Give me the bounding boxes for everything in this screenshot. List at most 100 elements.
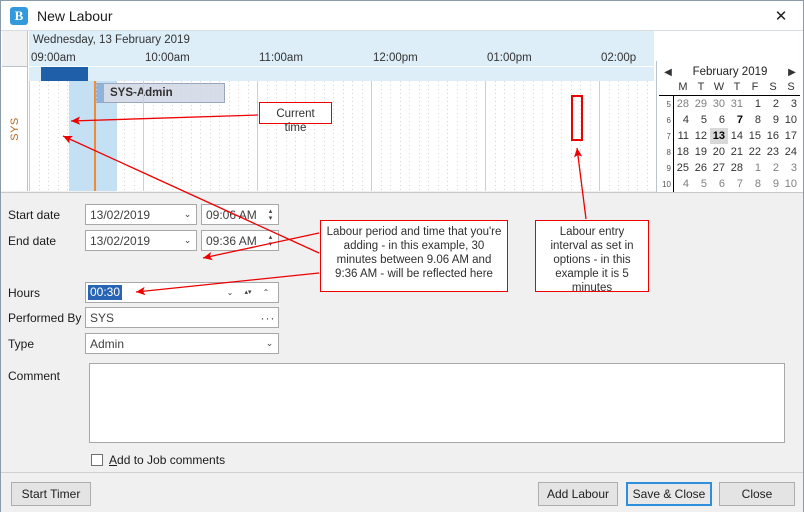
calendar-week-number: 5 [659,96,674,112]
calendar-day-cell[interactable]: 11 [674,128,692,144]
next-month-icon[interactable]: ▶ [785,67,799,78]
calendar-day-cell[interactable]: 28 [674,96,692,112]
start-date-value: 13/02/2019 [90,207,151,222]
timeline-interval-gridline [533,81,534,191]
calendar-day-cell[interactable]: 10 [782,176,800,192]
calendar-day-cell[interactable]: 7 [728,112,746,128]
start-date-input[interactable]: 13/02/2019 ⌄ [85,204,197,225]
calendar-day-cell[interactable]: 20 [710,144,728,160]
calendar-table[interactable]: M T W T F S S 5 28 29 30 31 1 2 3 6 4 5 6 7 8 9 10 7 11 12 13 14 15 1… [659,80,803,192]
start-time-input[interactable]: 09:06 AM ▴ ▾ [201,204,279,225]
comment-textarea[interactable] [89,363,785,443]
calendar-day-cell[interactable]: 26 [692,160,710,176]
label-rest: dd to Job comments [117,453,226,467]
hours-down-icon[interactable]: ⌄ [221,288,239,297]
hours-updown-icon[interactable]: ▴▾ [239,289,257,296]
calendar-day-cell[interactable]: 30 [710,96,728,112]
timeline-corner [2,31,27,67]
calendar-day-cell[interactable]: 6 [710,112,728,128]
callout-current-time: Current time [259,102,332,134]
calendar-day-cell[interactable]: 8 [746,112,764,128]
timeline-interval-gridline [409,81,410,191]
calendar-day-cell[interactable]: 1 [746,160,764,176]
end-time-value: 09:36 AM [206,233,257,248]
timeline-interval-gridline [390,81,391,191]
chevron-down-icon[interactable]: ⌄ [261,334,278,353]
calendar-day-cell[interactable]: 3 [782,96,800,112]
calendar-day-cell[interactable]: 31 [728,96,746,112]
timeline-interval-gridline [552,81,553,191]
hours-up-icon[interactable]: ⌃ [257,288,275,297]
calendar-day-cell[interactable]: 22 [746,144,764,160]
calendar-day-cell[interactable]: 4 [674,112,692,128]
browse-ellipsis-icon[interactable]: ··· [258,308,278,327]
calendar-day-cell[interactable]: 2 [764,96,782,112]
hours-label: Hours [8,285,41,300]
calendar-selected-day[interactable]: 13 [710,128,728,144]
type-select[interactable]: Admin ⌄ [85,333,279,354]
calendar-day-cell[interactable]: 28 [728,160,746,176]
add-to-job-comments-row[interactable]: Add to Job comments [91,453,225,467]
time-axis-tick: 12:00pm [373,52,418,64]
calendar-day-cell[interactable]: 5 [692,176,710,192]
add-labour-button[interactable]: Add Labour [538,482,618,506]
calendar-day-cell[interactable]: 23 [764,144,782,160]
timeline-body[interactable]: SYS-Admin [29,81,654,191]
calendar-day-cell[interactable]: 9 [764,176,782,192]
app-icon-glyph: B [14,7,24,23]
add-to-job-comments-checkbox[interactable] [91,454,103,466]
calendar-day-cell[interactable]: 3 [782,160,800,176]
performed-by-input[interactable]: SYS ··· [85,307,279,328]
calendar-day-cell[interactable]: 7 [728,176,746,192]
calendar-day-cell[interactable]: 1 [746,96,764,112]
hours-value: 00:30 [88,285,123,300]
timeline-hour-gridline [599,81,600,191]
prev-month-icon[interactable]: ◀ [661,67,675,78]
start-time-stepper[interactable]: ▴ ▾ [263,205,278,224]
calendar-body: M T W T F S S 5 28 29 30 31 1 2 3 6 4 5 6 7 8 9 10 7 11 12 13 14 15 1… [657,80,803,192]
calendar-day-cell[interactable]: 24 [782,144,800,160]
close-icon[interactable]: ✕ [759,1,803,30]
end-date-input[interactable]: 13/02/2019 ⌄ [85,230,197,251]
calendar-day-cell[interactable]: 15 [746,128,764,144]
calendar-day-cell[interactable]: 19 [692,144,710,160]
hours-steppers[interactable]: ⌄ ▴▾ ⌃ [221,288,278,297]
chevron-down-icon[interactable]: ⌄ [179,231,196,250]
calendar-day-cell[interactable]: 17 [782,128,800,144]
calendar-month-title[interactable]: February 2019 [675,66,785,78]
timeline-grid[interactable]: Wednesday, 13 February 2019 09:00am 10:00… [29,31,654,191]
calendar-day-cell[interactable]: 8 [746,176,764,192]
calendar-day-cell[interactable]: 10 [782,112,800,128]
calendar-day-cell[interactable]: 18 [674,144,692,160]
timeline-interval-gridline [590,81,591,191]
calendar-day-cell[interactable]: 25 [674,160,692,176]
calendar-day-cell[interactable]: 2 [764,160,782,176]
window-title: New Labour [37,7,113,24]
calendar-day-cell[interactable]: 16 [764,128,782,144]
timeline-panel: SYS Wednesday, 13 February 2019 09:00am 1… [1,31,803,221]
calendar-day-cell[interactable]: 5 [692,112,710,128]
save-and-close-button[interactable]: Save & Close [626,482,712,506]
timeline-interval-gridline [457,81,458,191]
timeline-interval-gridline [609,81,610,191]
close-button[interactable]: Close [719,482,795,506]
calendar-day-cell[interactable]: 9 [764,112,782,128]
end-time-input[interactable]: 09:36 AM ▴ ▾ [201,230,279,251]
task-drag-handle[interactable] [96,84,104,102]
start-date-row: Start date 13/02/2019 ⌄ 09:06 AM ▴ ▾ [1,204,279,225]
calendar-day-cell[interactable]: 6 [710,176,728,192]
hours-input[interactable]: 00:30 ⌄ ▴▾ ⌃ [85,282,279,303]
calendar-day-cell[interactable]: 27 [710,160,728,176]
end-time-stepper[interactable]: ▴ ▾ [263,231,278,250]
time-axis-tick: 09:00am [31,52,76,64]
chevron-down-icon[interactable]: ⌄ [179,205,196,224]
calendar-day-cell[interactable]: 21 [728,144,746,160]
calendar-day-cell[interactable]: 14 [728,128,746,144]
start-timer-button[interactable]: Start Timer [11,482,91,506]
calendar-day-cell[interactable]: 4 [674,176,692,192]
calendar-day-cell[interactable]: 12 [692,128,710,144]
title-bar: B New Labour ✕ [1,1,803,31]
calendar-day-cell[interactable]: 29 [692,96,710,112]
timeline-interval-gridline [324,81,325,191]
timeline-interval-gridline [105,81,106,191]
